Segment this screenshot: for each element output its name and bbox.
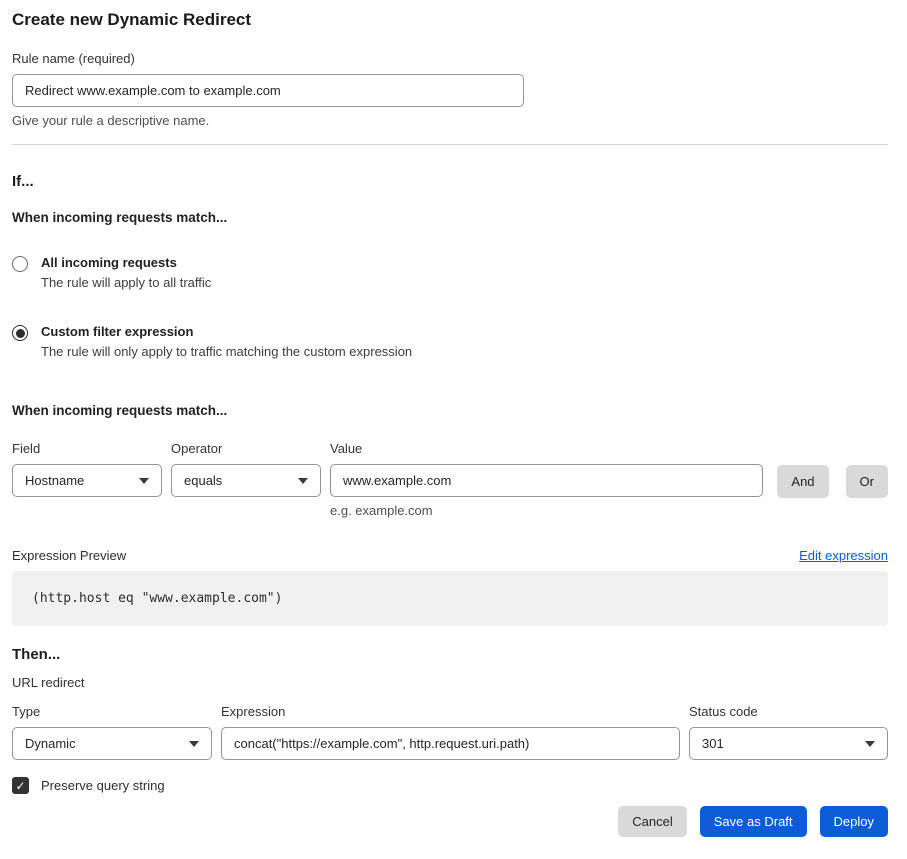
redirect-config-row: Type Dynamic Expression Status code 301 <box>12 704 888 760</box>
page-title: Create new Dynamic Redirect <box>12 10 888 30</box>
radio-label: All incoming requests <box>41 255 211 270</box>
field-select[interactable]: Hostname <box>12 464 162 497</box>
radio-text: Custom filter expression The rule will o… <box>41 324 412 359</box>
if-heading: If... <box>12 173 888 190</box>
status-code-select-value: 301 <box>702 736 724 751</box>
expression-label: Expression <box>221 704 680 719</box>
chevron-down-icon <box>865 741 875 747</box>
checkbox-label: Preserve query string <box>41 778 165 793</box>
type-select[interactable]: Dynamic <box>12 727 212 760</box>
rule-name-group: Rule name (required) Give your rule a de… <box>12 51 888 128</box>
type-column: Type Dynamic <box>12 704 212 760</box>
edit-expression-link[interactable]: Edit expression <box>799 548 888 563</box>
field-select-value: Hostname <box>25 473 84 488</box>
expression-preview-header: Expression Preview Edit expression <box>12 548 888 563</box>
radio-icon[interactable] <box>12 256 28 272</box>
rule-name-help: Give your rule a descriptive name. <box>12 113 888 128</box>
status-code-column: Status code 301 <box>689 704 888 760</box>
and-button[interactable]: And <box>777 465 828 498</box>
rule-name-input[interactable] <box>12 74 524 107</box>
radio-description: The rule will only apply to traffic matc… <box>41 344 412 359</box>
or-button[interactable]: Or <box>846 465 888 498</box>
value-column: Value e.g. example.com <box>330 441 763 518</box>
operator-column: Operator equals <box>171 441 321 497</box>
field-label: Field <box>12 441 162 456</box>
radio-description: The rule will apply to all traffic <box>41 275 211 290</box>
footer-actions: Cancel Save as Draft Deploy <box>12 806 888 837</box>
status-code-select[interactable]: 301 <box>689 727 888 760</box>
save-as-draft-button[interactable]: Save as Draft <box>700 806 807 837</box>
radio-label: Custom filter expression <box>41 324 412 339</box>
cancel-button[interactable]: Cancel <box>618 806 686 837</box>
checkbox-icon[interactable]: ✓ <box>12 777 29 794</box>
chevron-down-icon <box>189 741 199 747</box>
deploy-button[interactable]: Deploy <box>820 806 888 837</box>
value-help: e.g. example.com <box>330 503 763 518</box>
radio-text: All incoming requests The rule will appl… <box>41 255 211 290</box>
if-match-heading: When incoming requests match... <box>12 210 888 225</box>
preserve-query-string-checkbox[interactable]: ✓ Preserve query string <box>12 777 165 794</box>
status-code-label: Status code <box>689 704 888 719</box>
chevron-down-icon <box>298 478 308 484</box>
value-label: Value <box>330 441 763 456</box>
expression-preview-code: (http.host eq "www.example.com") <box>12 571 888 626</box>
create-redirect-page: Create new Dynamic Redirect Rule name (r… <box>0 0 907 849</box>
and-or-buttons: And Or <box>777 441 888 498</box>
url-redirect-label: URL redirect <box>12 675 888 690</box>
operator-select[interactable]: equals <box>171 464 321 497</box>
rule-name-label: Rule name (required) <box>12 51 888 66</box>
section-divider <box>12 144 888 145</box>
radio-icon[interactable] <box>12 325 28 341</box>
redirect-expression-input[interactable] <box>221 727 680 760</box>
expression-preview-label: Expression Preview <box>12 548 126 563</box>
operator-select-value: equals <box>184 473 222 488</box>
expression-column: Expression <box>221 704 680 760</box>
type-select-value: Dynamic <box>25 736 76 751</box>
filter-match-heading: When incoming requests match... <box>12 403 888 418</box>
chevron-down-icon <box>139 478 149 484</box>
radio-custom-filter-expression[interactable]: Custom filter expression The rule will o… <box>12 324 412 359</box>
then-heading: Then... <box>12 646 888 663</box>
type-label: Type <box>12 704 212 719</box>
field-column: Field Hostname <box>12 441 162 497</box>
value-input[interactable] <box>330 464 763 497</box>
operator-label: Operator <box>171 441 321 456</box>
check-mark-icon: ✓ <box>15 780 25 792</box>
filter-builder-row: Field Hostname Operator equals Value e.g… <box>12 441 888 518</box>
radio-all-incoming-requests[interactable]: All incoming requests The rule will appl… <box>12 255 211 290</box>
